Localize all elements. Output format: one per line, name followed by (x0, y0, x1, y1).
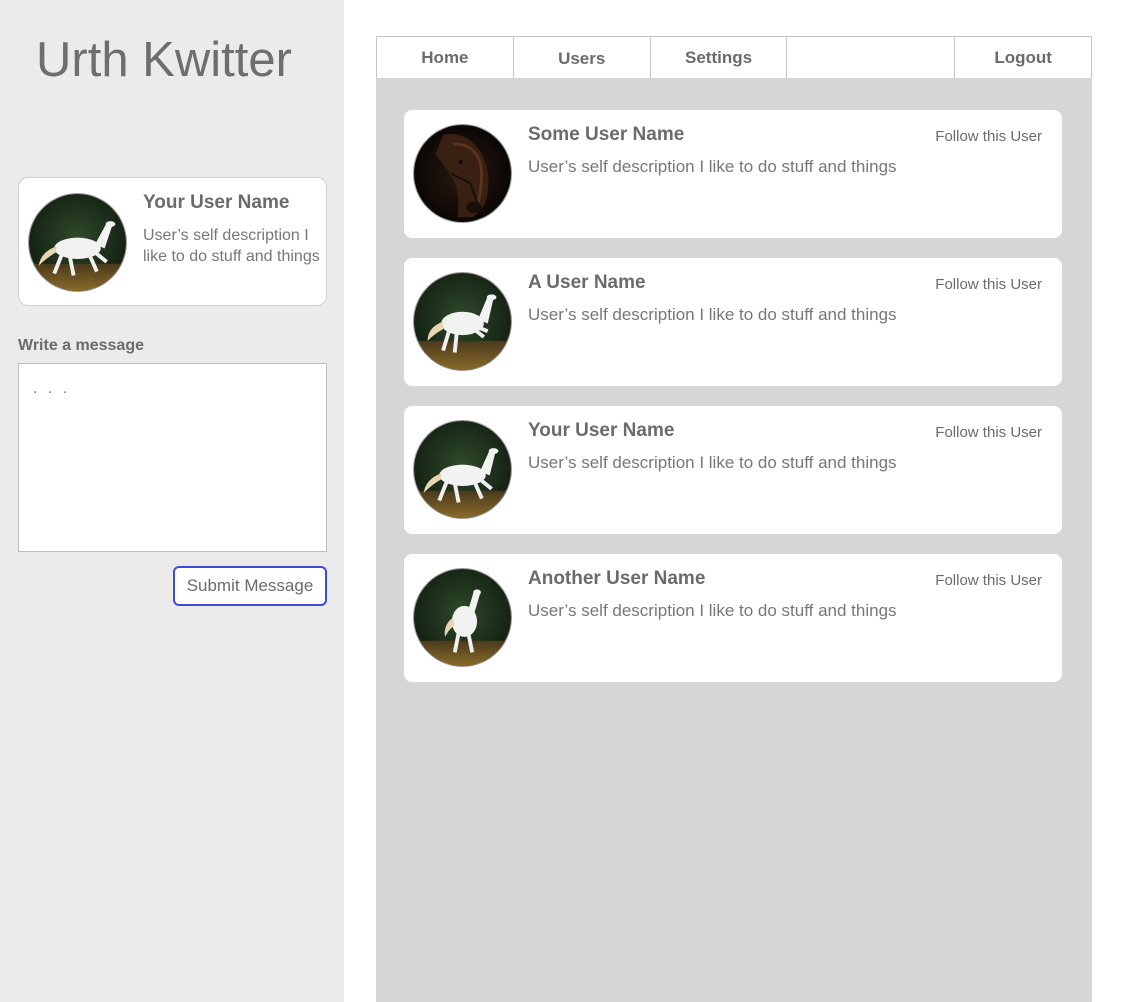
tab-settings[interactable]: Settings (650, 37, 788, 79)
app-title: Urth Kwitter (36, 33, 292, 87)
avatar (413, 568, 512, 667)
user-description: User’s self description I like to do stu… (528, 305, 897, 324)
sidebar: Urth Kwitter Your User Name User’s self … (0, 0, 344, 1002)
user-name: Another User Name (528, 568, 706, 589)
avatar (413, 420, 512, 519)
profile-description: User’s self description I like to do stu… (143, 227, 320, 265)
top-nav: Home Users Settings Logout (376, 36, 1092, 82)
user-card: Your User Name User’s self description I… (404, 406, 1062, 534)
avatar (28, 193, 127, 292)
user-description: User’s self description I like to do stu… (528, 601, 897, 620)
message-input[interactable] (18, 363, 327, 552)
user-card: Some User Name User’s self description I… (404, 110, 1062, 238)
avatar (413, 272, 512, 371)
profile-card: Your User Name User’s self description I… (18, 177, 327, 306)
follow-user-button[interactable]: Follow this User (935, 128, 1042, 145)
follow-user-button[interactable]: Follow this User (935, 424, 1042, 441)
user-card: A User Name User’s self description I li… (404, 258, 1062, 386)
user-card: Another User Name User’s self descriptio… (404, 554, 1062, 682)
compose-label: Write a message (18, 337, 144, 354)
tab-logout[interactable]: Logout (955, 37, 1092, 79)
profile-name: Your User Name (143, 192, 290, 213)
user-description: User’s self description I like to do stu… (528, 157, 897, 176)
avatar (413, 124, 512, 223)
user-name: A User Name (528, 272, 646, 293)
tab-home[interactable]: Home (377, 37, 514, 79)
tab-empty[interactable] (787, 37, 956, 79)
follow-user-button[interactable]: Follow this User (935, 276, 1042, 293)
user-description: User’s self description I like to do stu… (528, 453, 897, 472)
tab-users[interactable]: Users (513, 37, 651, 82)
user-name: Your User Name (528, 420, 675, 441)
follow-user-button[interactable]: Follow this User (935, 572, 1042, 589)
submit-message-button[interactable]: Submit Message (173, 566, 327, 606)
user-name: Some User Name (528, 124, 685, 145)
